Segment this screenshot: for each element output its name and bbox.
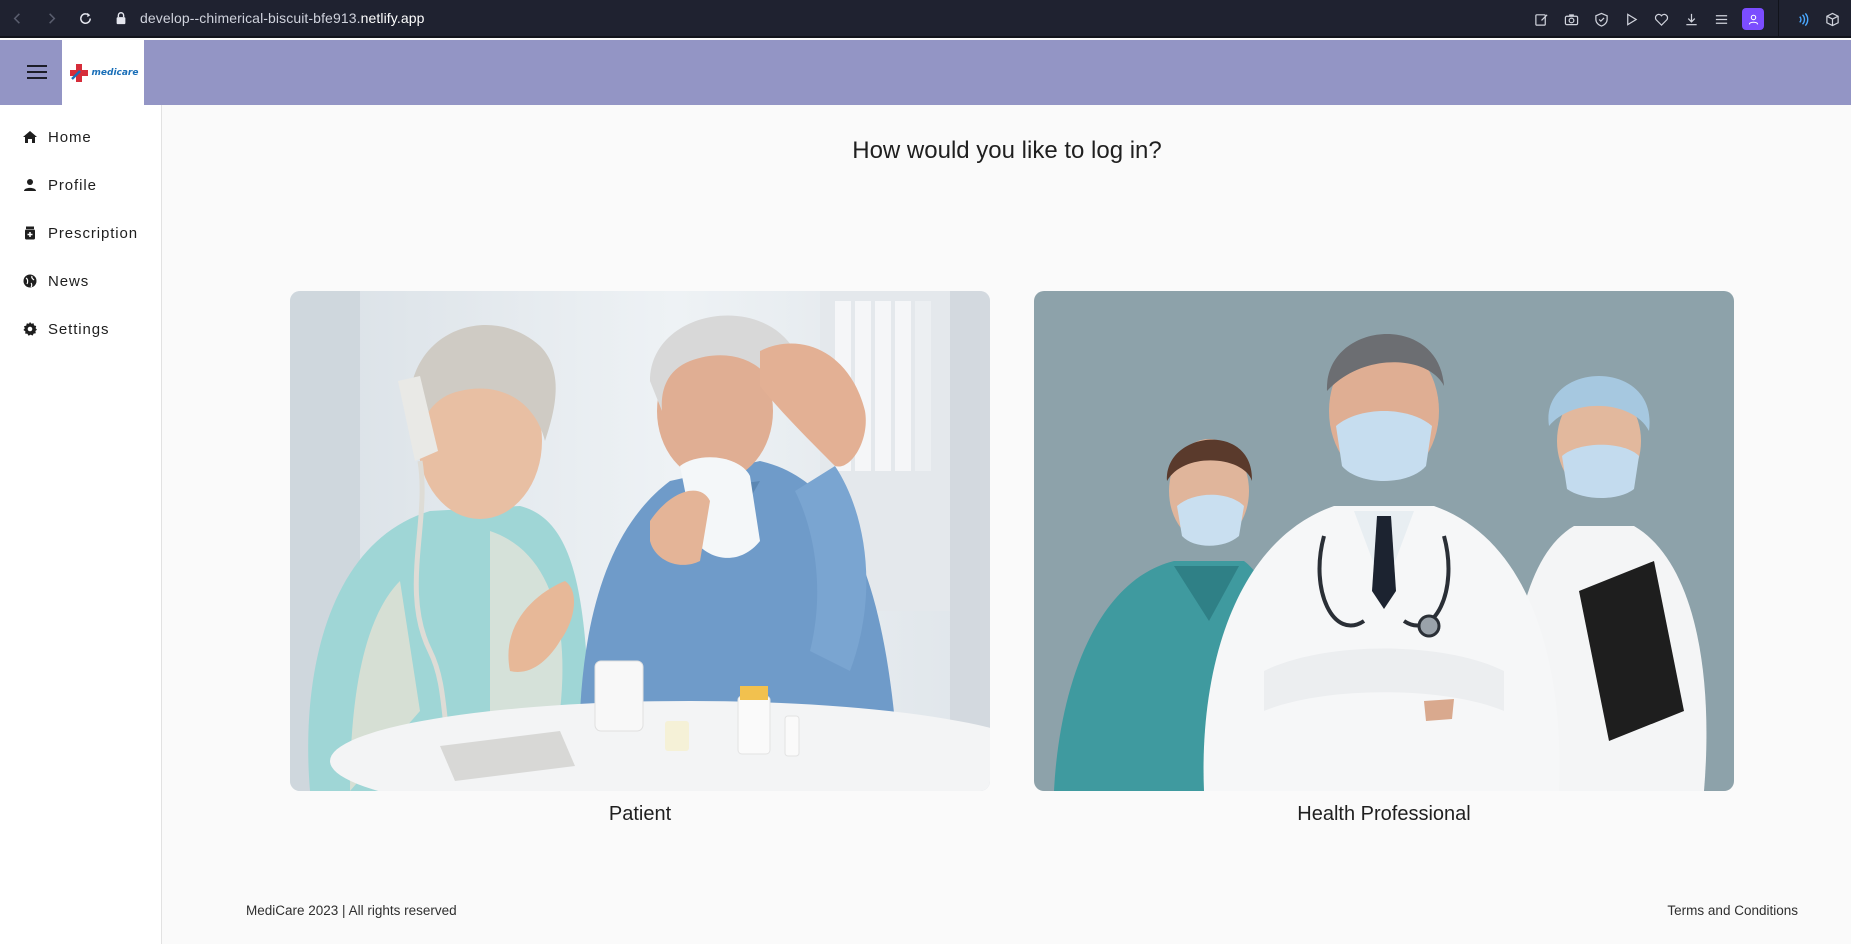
url-domain: netlify.app [360, 10, 425, 26]
menu-line-icon [27, 71, 47, 73]
patient-label: Patient [608, 803, 672, 825]
sidebar-item-label: Settings [48, 320, 110, 338]
logo-text: medicare [91, 67, 139, 78]
footer-copyright: MediCare 2023 | All rights reserved [246, 903, 457, 918]
download-icon[interactable] [1676, 7, 1706, 31]
health-professional-login-card[interactable]: Health Professional [1034, 291, 1734, 826]
health-professional-illustration [1034, 291, 1734, 791]
medical-cross-icon [69, 63, 88, 82]
url-prefix: develop--chimerical-biscuit-bfe913. [140, 10, 361, 26]
sidebar: Home Profile Prescription News Settings [0, 105, 162, 944]
list-menu-icon[interactable] [1706, 7, 1736, 31]
address-bar[interactable]: develop--chimerical-biscuit-bfe913. netli… [114, 10, 425, 26]
page-title: How would you like to log in? [852, 137, 1162, 164]
toolbar-divider [1778, 0, 1779, 38]
sidebar-item-prescription[interactable]: Prescription [22, 219, 138, 247]
gear-icon [23, 322, 37, 336]
browser-toolbar: develop--chimerical-biscuit-bfe913. netli… [0, 0, 1851, 38]
medicare-logo[interactable]: medicare [62, 40, 144, 105]
sidebar-item-label: Home [48, 128, 92, 146]
health-professional-label: Health Professional [1297, 803, 1471, 825]
sidebar-item-label: Prescription [48, 224, 138, 242]
heart-icon[interactable] [1646, 7, 1676, 31]
person-icon [24, 179, 36, 191]
cube-icon[interactable] [1817, 7, 1847, 31]
camera-icon[interactable] [1556, 7, 1586, 31]
back-button[interactable] [6, 7, 28, 29]
home-icon [23, 131, 37, 143]
profile-icon[interactable] [1742, 8, 1764, 30]
terms-link[interactable]: Terms and Conditions [1667, 903, 1798, 918]
sidebar-item-label: News [48, 272, 90, 290]
sidebar-item-profile[interactable]: Profile [22, 171, 97, 199]
forward-arrow-icon [48, 12, 55, 24]
forward-button[interactable] [40, 7, 62, 29]
menu-line-icon [27, 77, 47, 79]
play-icon[interactable] [1616, 7, 1646, 31]
pill-bottle-icon [25, 226, 35, 240]
app-header: medicare [0, 40, 1851, 105]
sidebar-item-settings[interactable]: Settings [22, 315, 109, 343]
sidebar-item-label: Profile [48, 176, 97, 194]
medical-team-photo [1034, 291, 1734, 791]
main-content: How would you like to log in? Patient He… [163, 105, 1851, 944]
hamburger-menu-button[interactable] [22, 60, 52, 84]
lock-icon [116, 12, 126, 25]
patient-illustration [290, 291, 990, 791]
browser-toolbar-right [1526, 0, 1851, 38]
globe-icon [23, 274, 37, 288]
back-arrow-icon [13, 12, 20, 24]
patient-login-card[interactable]: Patient [290, 291, 990, 826]
elderly-couple-photo [290, 291, 990, 791]
extension-wave-icon[interactable] [1787, 7, 1817, 31]
shield-icon[interactable] [1586, 7, 1616, 31]
sidebar-item-home[interactable]: Home [22, 123, 92, 151]
edit-icon[interactable] [1526, 7, 1556, 31]
reload-icon [79, 12, 91, 24]
sidebar-item-news[interactable]: News [22, 267, 89, 295]
menu-line-icon [27, 65, 47, 67]
reload-button[interactable] [74, 7, 96, 29]
